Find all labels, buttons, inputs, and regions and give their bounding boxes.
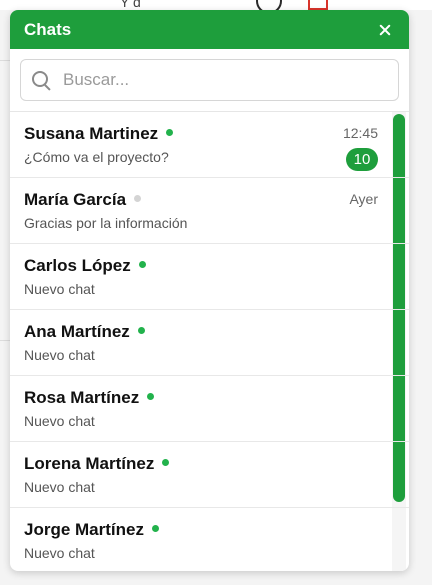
online-status-dot	[137, 326, 145, 334]
online-status-dot	[166, 128, 174, 136]
chat-preview-text: Nuevo chat	[24, 347, 95, 363]
chat-contact-name: Jorge Martínez	[24, 520, 144, 539]
chat-preview-text: Nuevo chat	[24, 545, 95, 561]
chat-list: Susana Martinez ¿Cómo va el proyecto? 12:4…	[10, 112, 409, 571]
chat-name-row: Rosa Martínez	[24, 388, 379, 408]
online-status-dot	[162, 458, 170, 466]
offline-status-dot	[134, 194, 142, 202]
chat-preview-text: Gracias por la información	[24, 215, 188, 231]
chat-list-item[interactable]: Rosa Martínez Nuevo chat	[10, 376, 409, 442]
background-divider	[0, 60, 10, 61]
chat-list-item[interactable]: Ana Martínez Nuevo chat	[10, 310, 409, 376]
chat-timestamp: 12:45	[342, 125, 378, 141]
chat-name-row: María García	[24, 190, 379, 210]
background-divider	[0, 340, 10, 341]
chat-contact-name: Ana Martínez	[24, 322, 130, 341]
chat-list-item[interactable]: Lorena Martínez Nuevo chat	[10, 442, 409, 508]
chat-name-row: Carlos López	[24, 256, 379, 276]
search-container	[10, 49, 409, 112]
chat-contact-name: María García	[24, 190, 127, 209]
chat-contact-name: Lorena Martínez	[24, 454, 155, 473]
chats-header: Chats	[10, 10, 409, 49]
chat-preview-text: Nuevo chat	[24, 413, 95, 429]
chat-list-item[interactable]: Carlos López Nuevo chat	[10, 244, 409, 310]
chat-contact-name: Rosa Martínez	[24, 388, 140, 407]
background-topbar	[0, 0, 432, 10]
close-icon[interactable]	[375, 20, 395, 40]
trash-icon	[308, 0, 328, 10]
chat-contact-name: Carlos López	[24, 256, 131, 275]
online-status-dot	[138, 260, 146, 268]
chats-popup: Chats Susana Martinez ¿Cómo va el proyect…	[10, 10, 409, 571]
background-text: Y d	[120, 0, 141, 10]
online-status-dot	[151, 524, 159, 532]
unread-badge: 10	[346, 148, 378, 171]
chat-preview-text: Nuevo chat	[24, 479, 95, 495]
chat-contact-name: Susana Martinez	[24, 124, 159, 143]
chat-list-item[interactable]: María García Gracias por la información Ay…	[10, 178, 409, 244]
chat-list-item[interactable]: Susana Martinez ¿Cómo va el proyecto? 12:4…	[10, 112, 409, 178]
chat-preview-text: ¿Cómo va el proyecto?	[24, 149, 169, 165]
chat-preview-text: Nuevo chat	[24, 281, 95, 297]
chat-name-row: Susana Martinez	[24, 124, 379, 144]
search-icon	[31, 70, 51, 90]
chat-list-item[interactable]: Jorge Martínez Nuevo chat	[10, 508, 409, 571]
chats-title: Chats	[24, 19, 72, 39]
chat-timestamp: Ayer	[349, 191, 378, 207]
search-box[interactable]	[20, 59, 399, 101]
chat-name-row: Lorena Martínez	[24, 454, 379, 474]
chat-name-row: Ana Martínez	[24, 322, 379, 342]
online-status-dot	[147, 392, 155, 400]
search-input[interactable]	[63, 70, 388, 90]
chat-name-row: Jorge Martínez	[24, 520, 379, 540]
